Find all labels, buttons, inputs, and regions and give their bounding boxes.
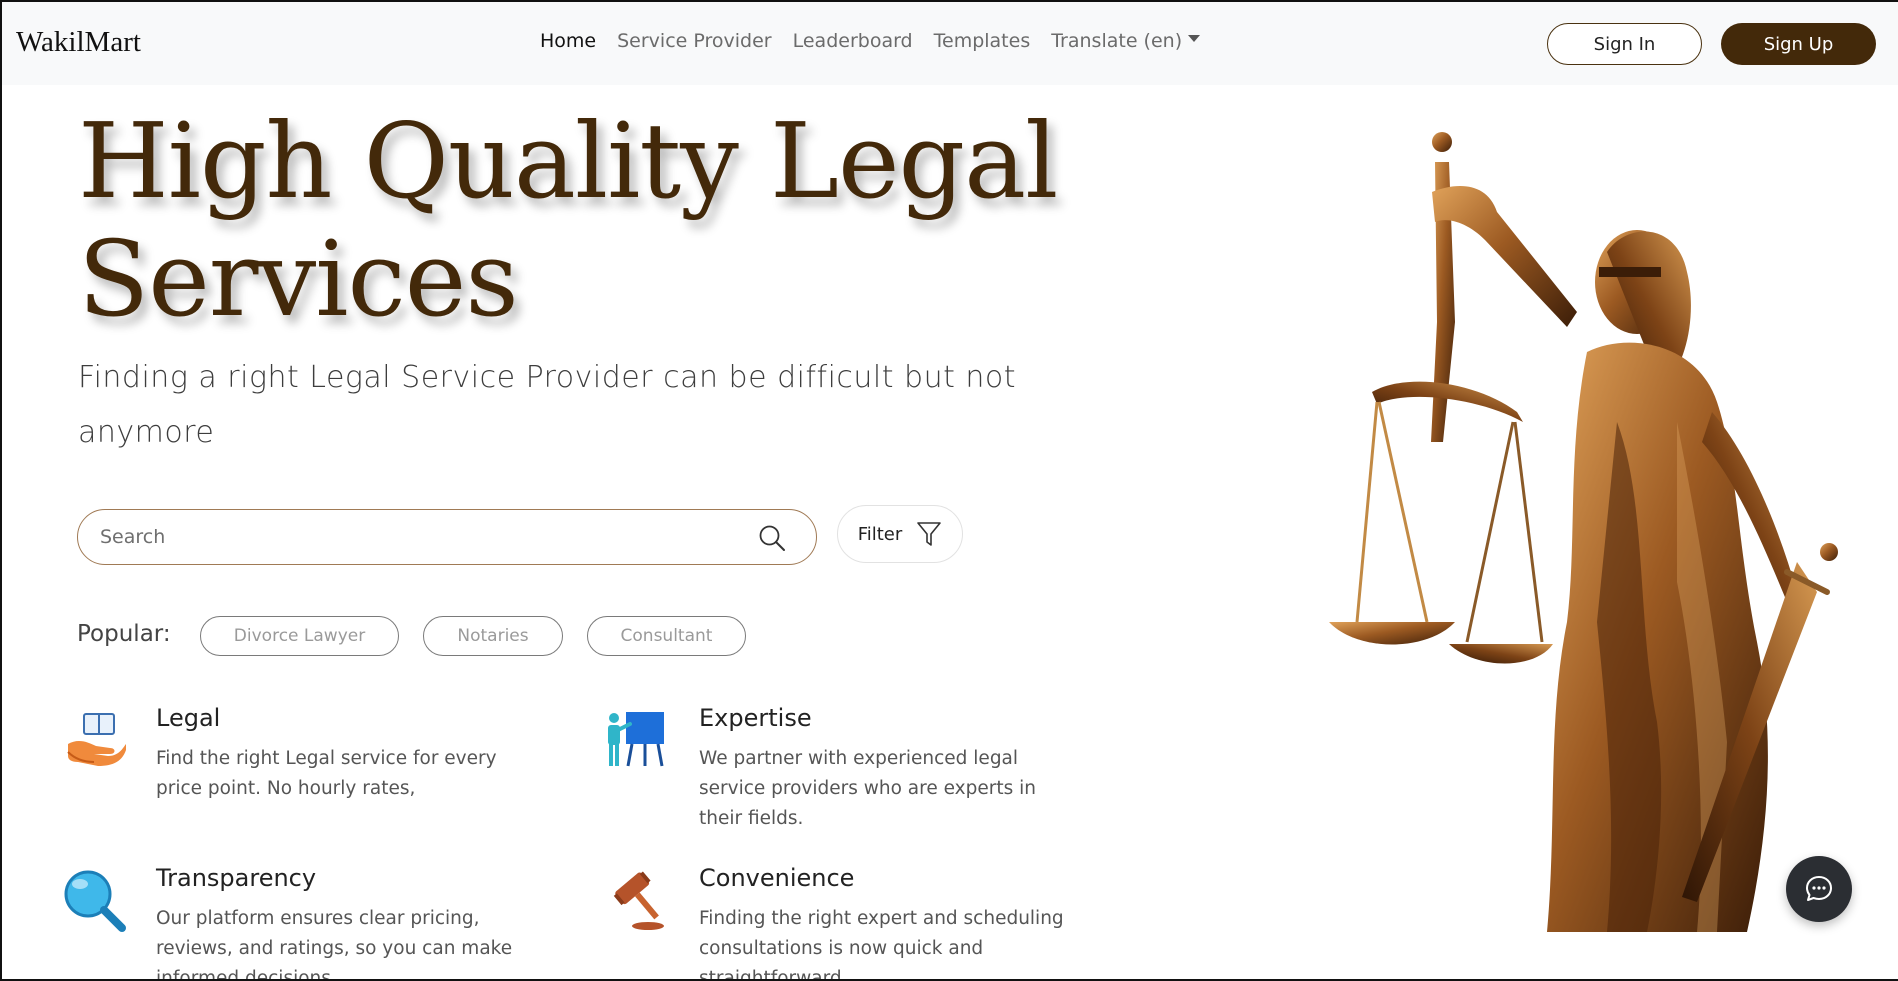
nav-service-provider[interactable]: Service Provider (617, 30, 772, 52)
feature-title-legal: Legal (156, 704, 221, 732)
search-icon[interactable] (758, 524, 786, 552)
hero-subtitle: Finding a right Legal Service Provider c… (78, 360, 1017, 450)
nav-translate-dropdown[interactable]: Translate (en) (1051, 30, 1201, 52)
page: WakilMart Home Service Provider Leaderbo… (0, 0, 1898, 981)
sign-in-button[interactable]: Sign In (1547, 23, 1702, 65)
gavel-icon (613, 871, 664, 930)
popular-tag-notaries[interactable]: Notaries (423, 616, 563, 656)
popular-label: Popular: (77, 621, 171, 647)
feature-desc-transparency: Our platform ensures clear pricing, revi… (156, 908, 513, 981)
feature-desc-legal: Find the right Legal service for every p… (156, 748, 497, 799)
magnifier-icon (64, 870, 126, 932)
popular-tag-divorce-lawyer[interactable]: Divorce Lawyer (200, 616, 399, 656)
hero-title: High Quality Legal Services (78, 100, 1058, 340)
lady-justice-statue-image (1329, 132, 1838, 932)
funnel-icon (917, 522, 942, 546)
translate-label: Translate (en) (1051, 30, 1183, 52)
filter-label: Filter (857, 523, 903, 545)
presenter-board-icon (608, 712, 664, 767)
chat-bubble-icon (1806, 876, 1832, 901)
feature-title-expertise: Expertise (699, 704, 812, 732)
feature-desc-expertise: We partner with experienced legal servic… (699, 748, 1036, 829)
feature-title-convenience: Convenience (699, 864, 855, 892)
brand-logo[interactable]: WakilMart (16, 26, 141, 59)
nav-links: Home Service Provider Leaderboard Templa… (540, 30, 1221, 52)
navbar: WakilMart Home Service Provider Leaderbo… (2, 2, 1898, 85)
popular-tag-consultant[interactable]: Consultant (587, 616, 746, 656)
search-input[interactable] (98, 525, 698, 549)
nav-templates[interactable]: Templates (934, 30, 1031, 52)
caret-down-icon (1188, 35, 1201, 42)
feature-desc-convenience: Finding the right expert and scheduling … (699, 908, 1064, 981)
filter-button[interactable]: Filter (837, 505, 963, 563)
nav-home[interactable]: Home (540, 30, 596, 52)
sign-up-button[interactable]: Sign Up (1721, 23, 1876, 65)
chat-button[interactable] (1786, 856, 1852, 922)
feature-title-transparency: Transparency (156, 864, 317, 892)
nav-leaderboard[interactable]: Leaderboard (793, 30, 913, 52)
open-book-hand-icon (67, 713, 126, 766)
search-box (77, 509, 817, 565)
